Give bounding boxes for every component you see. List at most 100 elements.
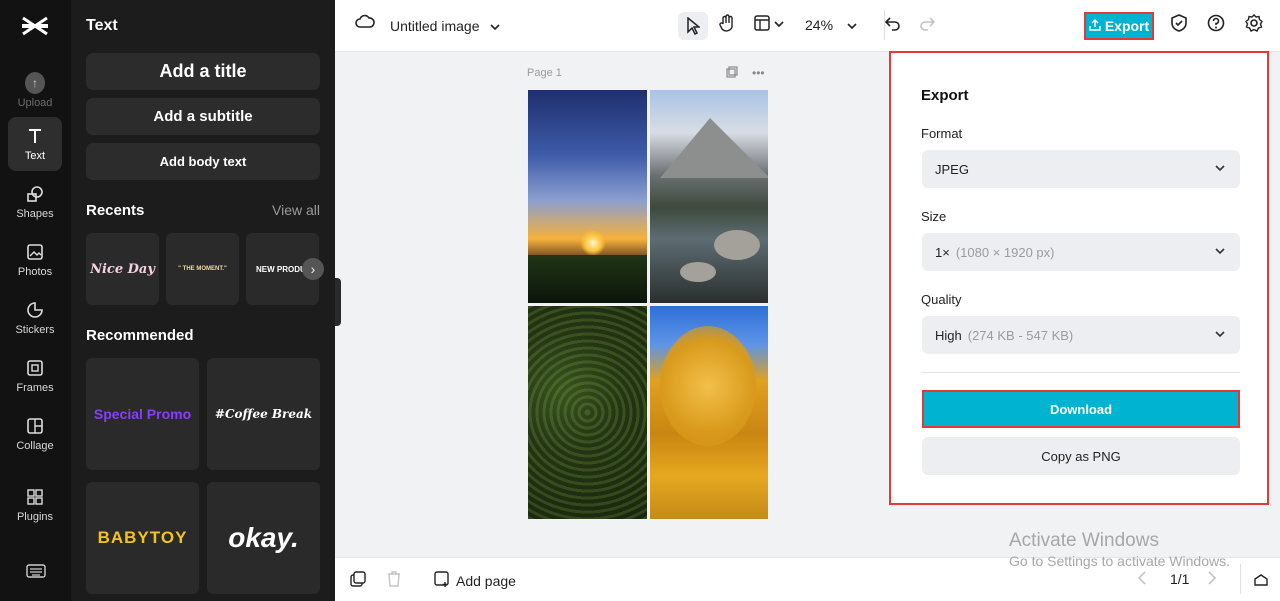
undo-icon[interactable] — [884, 14, 902, 32]
size-select[interactable]: 1× (1080 × 1920 px) — [922, 233, 1240, 271]
recommended-template[interactable]: #Coffee Break — [207, 358, 320, 470]
activation-watermark-subtitle: Go to Settings to activate Windows. — [1009, 553, 1230, 569]
add-page-button[interactable]: Add page — [434, 571, 516, 590]
add-subtitle-button[interactable]: Add a subtitle — [86, 98, 320, 135]
export-dialog: Export Format JPEG Size 1× (1080 × 1920 … — [889, 51, 1269, 505]
zoom-level: 24% — [805, 17, 834, 33]
treeline — [528, 255, 647, 303]
duplicate-page-icon[interactable] — [726, 66, 738, 81]
frames-icon — [25, 358, 45, 378]
recommended-template-text: BABYTOY — [97, 528, 188, 547]
quality-select[interactable]: High (274 KB - 547 KB) — [922, 316, 1240, 354]
collage-photo-sunset[interactable] — [528, 90, 647, 303]
copy-as-png-button[interactable]: Copy as PNG — [922, 437, 1240, 475]
photos-icon — [25, 242, 45, 262]
lake-rock — [680, 262, 716, 282]
capcut-logo[interactable] — [20, 14, 50, 38]
rail-stickers[interactable]: Stickers — [8, 291, 62, 345]
chevron-down-icon — [1214, 245, 1226, 257]
rail-plugins[interactable]: Plugins — [8, 478, 62, 532]
help-icon[interactable] — [1207, 14, 1225, 32]
rail-label: Upload — [17, 97, 53, 109]
size-label: Size — [921, 209, 947, 224]
download-button[interactable]: Download — [922, 390, 1240, 428]
cloud-save-icon[interactable] — [355, 14, 375, 30]
rail-label: Photos — [17, 266, 53, 278]
redo-icon[interactable] — [918, 14, 936, 32]
format-value: JPEG — [935, 161, 969, 177]
document-title[interactable]: Untitled image — [390, 18, 500, 34]
format-select[interactable]: JPEG — [922, 150, 1240, 188]
more-options-icon[interactable]: ••• — [752, 66, 765, 81]
collapse-panel-handle[interactable] — [335, 278, 341, 326]
rail-label: Plugins — [16, 511, 54, 523]
recommended-template-text: #Coffee Break — [214, 407, 313, 421]
recommended-template-text: Special Promo — [93, 406, 192, 422]
dialog-divider — [922, 372, 1240, 373]
prev-page-icon[interactable] — [1137, 571, 1147, 585]
add-page-icon — [434, 571, 450, 590]
recent-template[interactable]: Nice Day — [86, 233, 159, 305]
layers-icon[interactable] — [1253, 571, 1269, 587]
activation-watermark-title: Activate Windows — [1009, 530, 1159, 551]
page-counter: 1/1 — [1170, 571, 1190, 587]
rail-upload[interactable]: ↑ Upload — [8, 64, 62, 118]
collage-icon — [25, 416, 45, 436]
collage-photo-forest[interactable] — [528, 306, 647, 519]
delete-page-icon[interactable] — [387, 571, 401, 587]
size-value: 1× — [935, 244, 950, 260]
recent-template[interactable]: " THE MOMENT." — [166, 233, 239, 305]
shapes-icon — [25, 184, 45, 204]
keyboard-icon[interactable] — [26, 563, 46, 579]
recommended-template[interactable]: BABYTOY — [86, 482, 199, 594]
export-icon — [1089, 18, 1101, 34]
recent-template-text: Nice Day — [90, 261, 155, 277]
collage-photo-mountain-lake[interactable] — [650, 90, 768, 303]
recommended-template[interactable]: Special Promo — [86, 358, 199, 470]
hand-tool-icon[interactable] — [718, 14, 736, 34]
view-all-link[interactable]: View all — [272, 202, 320, 218]
lake-rock — [714, 230, 760, 260]
page-label: Page 1 — [527, 67, 562, 79]
export-dialog-title: Export — [921, 87, 969, 104]
export-button[interactable]: Export — [1084, 12, 1154, 40]
settings-icon[interactable] — [1245, 14, 1263, 32]
forest-texture — [528, 306, 647, 519]
zoom-control[interactable]: 24% — [805, 17, 857, 33]
recommended-template-text: okay. — [228, 522, 299, 553]
shield-icon[interactable] — [1170, 14, 1188, 32]
rail-text[interactable]: Text — [8, 117, 62, 171]
quality-value: High — [935, 327, 962, 343]
recents-heading: Recents — [86, 202, 145, 219]
recommended-template[interactable]: okay. — [207, 482, 320, 594]
rail-photos[interactable]: Photos — [8, 233, 62, 287]
mountain-peak — [660, 118, 768, 178]
add-page-label: Add page — [456, 572, 516, 589]
rail-shapes[interactable]: Shapes — [8, 175, 62, 229]
page-thumbnail-icon[interactable] — [350, 571, 366, 587]
left-rail: ↑ Upload Text Shapes Photos Stickers Fra… — [0, 0, 71, 601]
export-button-label: Export — [1104, 18, 1150, 34]
chevron-down-icon — [1214, 162, 1226, 174]
rail-label: Collage — [16, 440, 54, 452]
add-title-button[interactable]: Add a title — [86, 53, 320, 90]
format-label: Format — [921, 126, 963, 141]
rail-label: Stickers — [15, 324, 55, 336]
chevron-down-icon — [1214, 328, 1226, 340]
recommended-heading: Recommended — [86, 327, 194, 344]
sun-glow — [580, 230, 606, 256]
collage-photo-autumn-tree[interactable] — [650, 306, 768, 519]
layout-icon[interactable] — [753, 14, 784, 32]
chevron-down-icon — [774, 15, 784, 31]
chevron-right-icon[interactable]: › — [302, 258, 324, 280]
add-body-text-button[interactable]: Add body text — [86, 143, 320, 180]
stickers-icon — [25, 300, 45, 320]
rail-frames[interactable]: Frames — [8, 349, 62, 403]
panel-title: Text — [86, 17, 118, 34]
rail-collage[interactable]: Collage — [8, 407, 62, 461]
quality-detail: (274 KB - 547 KB) — [967, 327, 1074, 343]
plugins-icon — [25, 487, 45, 507]
select-tool-icon[interactable] — [678, 12, 708, 40]
recent-template-text: " THE MOMENT." — [178, 266, 227, 272]
next-page-icon[interactable] — [1207, 571, 1217, 585]
